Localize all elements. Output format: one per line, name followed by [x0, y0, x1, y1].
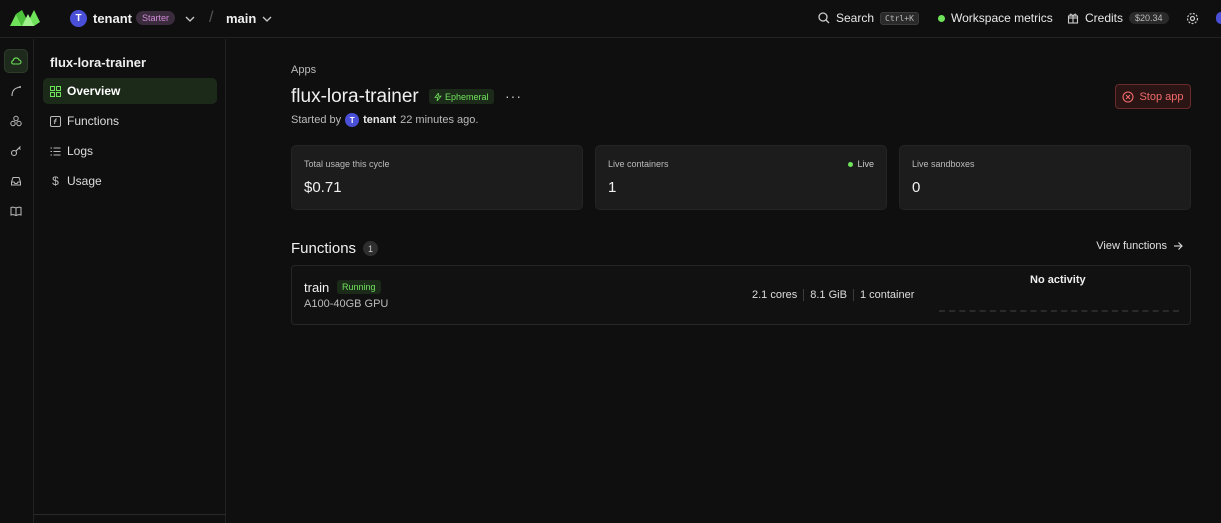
list-icon — [50, 147, 61, 155]
dollar-icon: $ — [52, 174, 59, 188]
function-name[interactable]: train — [304, 280, 329, 295]
sidebar-app-title: flux-lora-trainer — [50, 55, 147, 70]
ephemeral-badge: Ephemeral — [429, 89, 494, 104]
started-by-prefix: Started by — [291, 114, 342, 126]
function-gpu: A100-40GB GPU — [304, 298, 389, 310]
sidebar-item-overview[interactable]: Overview — [43, 78, 217, 104]
sidebar-item-usage[interactable]: $ Usage — [43, 168, 217, 194]
sidebar-item-logs[interactable]: Logs — [43, 138, 217, 164]
activity-status: No activity — [1030, 274, 1086, 286]
function-icon — [50, 115, 61, 127]
stat-value: 1 — [608, 179, 617, 196]
stat-card-usage: Total usage this cycle $0.71 — [291, 145, 583, 210]
view-functions-label: View functions — [1096, 240, 1167, 252]
view-functions-link[interactable]: View functions — [1096, 240, 1183, 252]
activity-sparkline — [939, 310, 1179, 312]
page-title: flux-lora-trainer — [291, 86, 419, 107]
status-badge: Running — [337, 280, 381, 294]
inbox-icon — [11, 177, 21, 186]
started-by-line: Started by T tenant 22 minutes ago. — [291, 113, 478, 127]
divider — [852, 289, 854, 301]
modal-logo-icon[interactable] — [10, 10, 40, 26]
breadcrumb[interactable]: Apps — [291, 64, 316, 76]
boxes-icon — [10, 115, 22, 127]
stat-value: $0.71 — [304, 179, 342, 196]
chevron-down-icon[interactable] — [185, 14, 195, 24]
stat-label: Live sandboxes — [912, 159, 975, 169]
icon-rail — [0, 39, 34, 523]
stop-app-label: Stop app — [1139, 90, 1184, 103]
tenant-avatar[interactable]: T — [70, 10, 87, 27]
stop-circle-icon — [1122, 90, 1135, 103]
started-by-user[interactable]: tenant — [363, 114, 396, 126]
stat-card-live-sandboxes: Live sandboxes 0 — [899, 145, 1191, 210]
function-containers: 1 container — [859, 289, 915, 301]
arrow-right-icon — [1174, 242, 1183, 250]
app-sidebar: flux-lora-trainer Overview Functions Log… — [34, 39, 226, 523]
sidebar-item-label: Overview — [67, 84, 121, 98]
stop-app-button[interactable]: Stop app — [1115, 84, 1191, 109]
stat-label: Total usage this cycle — [304, 159, 390, 169]
functions-title: Functions — [291, 240, 357, 257]
function-cores: 2.1 cores — [752, 289, 798, 301]
book-icon — [10, 206, 22, 217]
functions-section-title: Functions 1 — [291, 240, 379, 257]
rail-secrets[interactable] — [4, 139, 28, 163]
live-indicator: Live — [848, 159, 874, 169]
divider — [803, 289, 805, 301]
main-content: Apps flux-lora-trainer Ephemeral ··· Sta… — [291, 0, 1191, 523]
more-options-button[interactable]: ··· — [505, 88, 522, 104]
started-ago: 22 minutes ago. — [400, 114, 479, 126]
rail-dashboard[interactable] — [4, 109, 28, 133]
key-icon — [10, 146, 21, 157]
sidebar-item-label: Functions — [67, 114, 120, 128]
function-resources: 2.1 cores 8.1 GiB 1 container — [752, 289, 914, 301]
plan-badge: Starter — [136, 11, 176, 25]
sidebar-item-label: Logs — [67, 144, 94, 158]
live-label: Live — [857, 159, 874, 169]
ephemeral-label: Ephemeral — [445, 91, 489, 102]
rail-deployments[interactable] — [4, 79, 28, 103]
avatar: T — [345, 113, 360, 127]
function-row-train[interactable]: train Running A100-40GB GPU 2.1 cores 8.… — [291, 265, 1191, 325]
stat-label: Live containers — [608, 159, 669, 169]
stat-card-live-containers: Live containers Live 1 — [595, 145, 887, 210]
cloud-icon — [11, 57, 22, 65]
rail-storage[interactable] — [4, 169, 28, 193]
grid-icon — [50, 85, 61, 97]
lightning-icon — [434, 92, 442, 101]
user-avatar[interactable] — [1216, 12, 1221, 24]
rail-docs[interactable] — [4, 199, 28, 223]
stat-value: 0 — [912, 179, 921, 196]
route-icon — [11, 86, 21, 97]
functions-count-badge: 1 — [363, 241, 379, 256]
tenant-name[interactable]: tenant — [93, 11, 132, 26]
breadcrumb-separator: / — [209, 9, 214, 26]
sidebar-divider — [34, 514, 226, 515]
environment-name[interactable]: main — [226, 11, 256, 26]
function-memory: 8.1 GiB — [810, 289, 847, 301]
status-dot-icon — [848, 161, 854, 167]
rail-apps[interactable] — [4, 49, 28, 73]
chevron-down-icon[interactable] — [262, 14, 272, 24]
sidebar-item-functions[interactable]: Functions — [43, 108, 217, 134]
sidebar-item-label: Usage — [67, 174, 102, 188]
